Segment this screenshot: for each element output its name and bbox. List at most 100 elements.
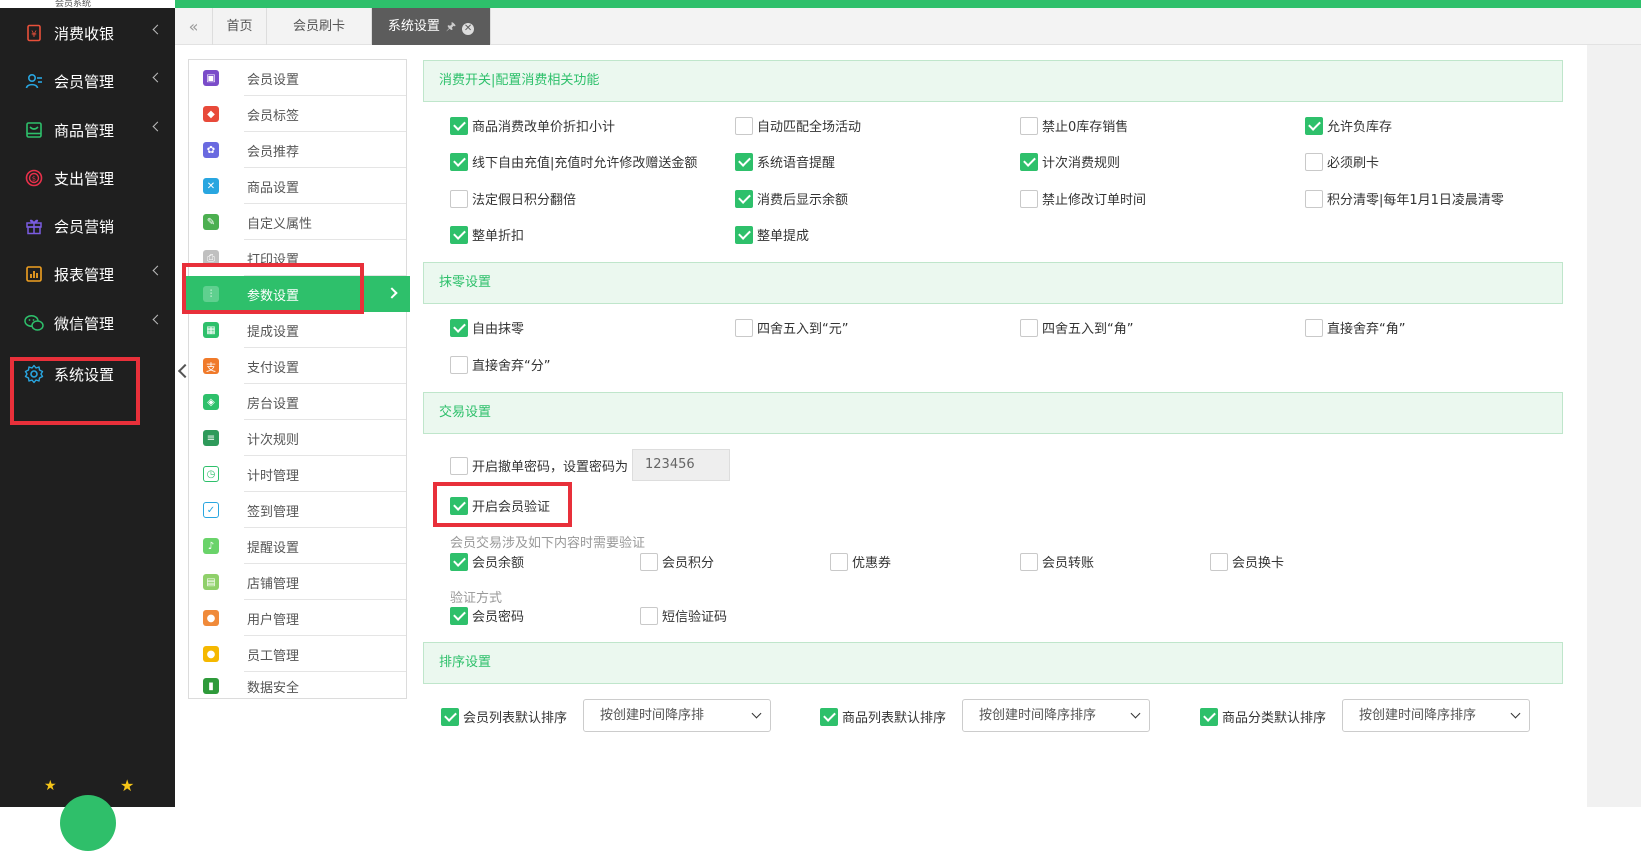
checkbox[interactable] [441,707,459,726]
checkbox-method-password[interactable]: 会员密码 [450,606,524,625]
section-title: 排序设置 [439,655,492,670]
checkbox-count-rules[interactable]: 计次消费规则 [1020,152,1120,171]
nav-item-expense[interactable]: $ 支出管理 [0,154,175,202]
submenu-item-stores[interactable]: ▤ 店铺管理 [189,564,406,600]
cancel-password-input[interactable]: 123456 [632,449,730,481]
checkbox[interactable] [735,318,753,337]
checkbox-price-discount[interactable]: 商品消费改单价折扣小计 [450,116,615,135]
checkbox-no-zero-stock[interactable]: 禁止0库存销售 [1020,116,1128,135]
nav-item-report[interactable]: 报表管理 [0,250,175,298]
checkbox[interactable] [735,152,753,171]
tab-system-settings[interactable]: 系统设置 🖈 ✕ [372,8,491,45]
checkbox-verify-points[interactable]: 会员积分 [640,552,714,571]
checkbox-drop-jiao[interactable]: 直接舍弃“角” [1305,318,1405,337]
nav-item-marketing[interactable]: 会员营销 [0,202,175,250]
checkbox[interactable] [1210,552,1228,571]
checkbox[interactable] [1020,152,1038,171]
checkbox[interactable] [1305,116,1323,135]
nav-item-members[interactable]: 会员管理 [0,57,175,105]
submenu-item-count-rules[interactable]: ≡ 计次规则 [189,420,406,456]
nav-item-wechat[interactable]: 微信管理 [0,299,175,347]
checkbox-verify-transfer[interactable]: 会员转账 [1020,552,1094,571]
checkbox[interactable] [735,225,753,244]
checkbox-label: 开启撤单密码，设置密码为 [472,460,629,475]
pin-icon[interactable]: 🖈 [446,20,456,33]
checkbox-verify-coupon[interactable]: 优惠券 [830,552,891,571]
submenu-item-member-tags[interactable]: ◆ 会员标签 [189,96,406,132]
submenu-item-rooms[interactable]: ◈ 房台设置 [189,384,406,420]
checkbox[interactable] [450,606,468,625]
checkbox-offline-recharge[interactable]: 线下自由充值|充值时允许修改赠送金额 [450,152,697,171]
checkbox[interactable] [640,552,658,571]
checkbox-verify-balance[interactable]: 会员余额 [450,552,524,571]
submenu-item-commission[interactable]: ▦ 提成设置 [189,312,406,348]
checkbox[interactable] [1305,318,1323,337]
checkbox-holiday-points[interactable]: 法定假日积分翻倍 [450,189,576,208]
checkbox-verify-card-change[interactable]: 会员换卡 [1210,552,1284,571]
submenu-label: 计时管理 [247,468,300,484]
submenu-item-custom-attrs[interactable]: ✎ 自定义属性 [189,204,406,240]
tab-member-card[interactable]: 会员刷卡 [267,8,372,45]
checkbox[interactable] [1020,552,1038,571]
checkbox[interactable] [735,116,753,135]
submenu-item-goods-settings[interactable]: ✕ 商品设置 [189,168,406,204]
checkbox-method-sms[interactable]: 短信验证码 [640,606,727,625]
checkbox-round-yuan[interactable]: 四舍五入到“元” [735,318,848,337]
checkbox[interactable] [1020,116,1038,135]
member-sort-select[interactable]: 按创建时间降序排 [583,699,771,732]
checkbox-points-reset[interactable]: 积分清零|每年1月1日凌晨清零 [1305,189,1504,208]
checkbox[interactable] [450,355,468,374]
checkbox-label: 系统语音提醒 [757,156,836,171]
checkbox-free-rounding[interactable]: 自由抹零 [450,318,524,337]
checkbox[interactable] [450,116,468,135]
checkbox-goods-sort[interactable]: 商品列表默认排序 [820,707,946,726]
checkbox-drop-fen[interactable]: 直接舍弃“分” [450,355,550,374]
checkbox[interactable] [735,189,753,208]
submenu-item-users[interactable]: ● 用户管理 [189,600,406,636]
goods-sort-select[interactable]: 按创建时间降序排序 [962,699,1150,732]
nav-label: 商品管理 [54,121,115,140]
checkbox[interactable] [450,189,468,208]
checkbox[interactable] [1305,152,1323,171]
checkbox-require-card[interactable]: 必须刷卡 [1305,152,1379,171]
submenu-item-data-security[interactable]: ▮ 数据安全 [189,672,406,700]
submenu-item-payment[interactable]: 支 支付设置 [189,348,406,384]
category-sort-select[interactable]: 按创建时间降序排序 [1342,699,1530,732]
checkbox-voice-reminder[interactable]: 系统语音提醒 [735,152,835,171]
checkbox[interactable] [640,606,658,625]
nav-item-goods[interactable]: 商品管理 [0,106,175,154]
checkbox[interactable] [450,456,468,475]
tab-home[interactable]: 首页 [213,8,267,45]
checkbox-category-sort[interactable]: 商品分类默认排序 [1200,707,1326,726]
checkbox[interactable] [830,552,848,571]
checkbox[interactable] [1020,189,1038,208]
nav-item-cashier[interactable]: ¥ 消费收银 [0,9,175,57]
checkbox-member-sort[interactable]: 会员列表默认排序 [441,707,567,726]
checkbox[interactable] [450,225,468,244]
submenu-item-checkin[interactable]: ✓ 签到管理 [189,492,406,528]
checkbox[interactable] [1305,189,1323,208]
checkbox[interactable] [820,707,838,726]
checkbox-order-discount[interactable]: 整单折扣 [450,225,524,244]
avatar-badge[interactable] [60,795,116,851]
submenu-item-timer[interactable]: ◷ 计时管理 [189,456,406,492]
submenu-item-reminder[interactable]: ♪ 提醒设置 [189,528,406,564]
checkbox[interactable] [450,552,468,571]
checkbox-round-jiao[interactable]: 四舍五入到“角” [1020,318,1133,337]
checkbox-auto-activity[interactable]: 自动匹配全场活动 [735,116,861,135]
section-title: 消费开关|配置消费相关功能 [439,73,600,88]
checkbox-show-balance[interactable]: 消费后显示余额 [735,189,848,208]
checkbox-lock-order-time[interactable]: 禁止修改订单时间 [1020,189,1146,208]
checkbox-cancel-password[interactable]: 开启撤单密码，设置密码为 [450,456,628,475]
checkbox[interactable] [450,318,468,337]
checkbox-allow-negative-stock[interactable]: 允许负库存 [1305,116,1392,135]
checkbox[interactable] [450,152,468,171]
submenu-item-member-settings[interactable]: ▣ 会员设置 [189,60,406,96]
close-icon[interactable]: ✕ [462,23,475,35]
submenu-item-staff[interactable]: ● 员工管理 [189,636,406,672]
submenu-item-member-referral[interactable]: ✿ 会员推荐 [189,132,406,168]
double-chevron-left-icon[interactable]: « [175,8,213,45]
checkbox[interactable] [1020,318,1038,337]
checkbox-order-commission[interactable]: 整单提成 [735,225,809,244]
checkbox[interactable] [1200,707,1218,726]
